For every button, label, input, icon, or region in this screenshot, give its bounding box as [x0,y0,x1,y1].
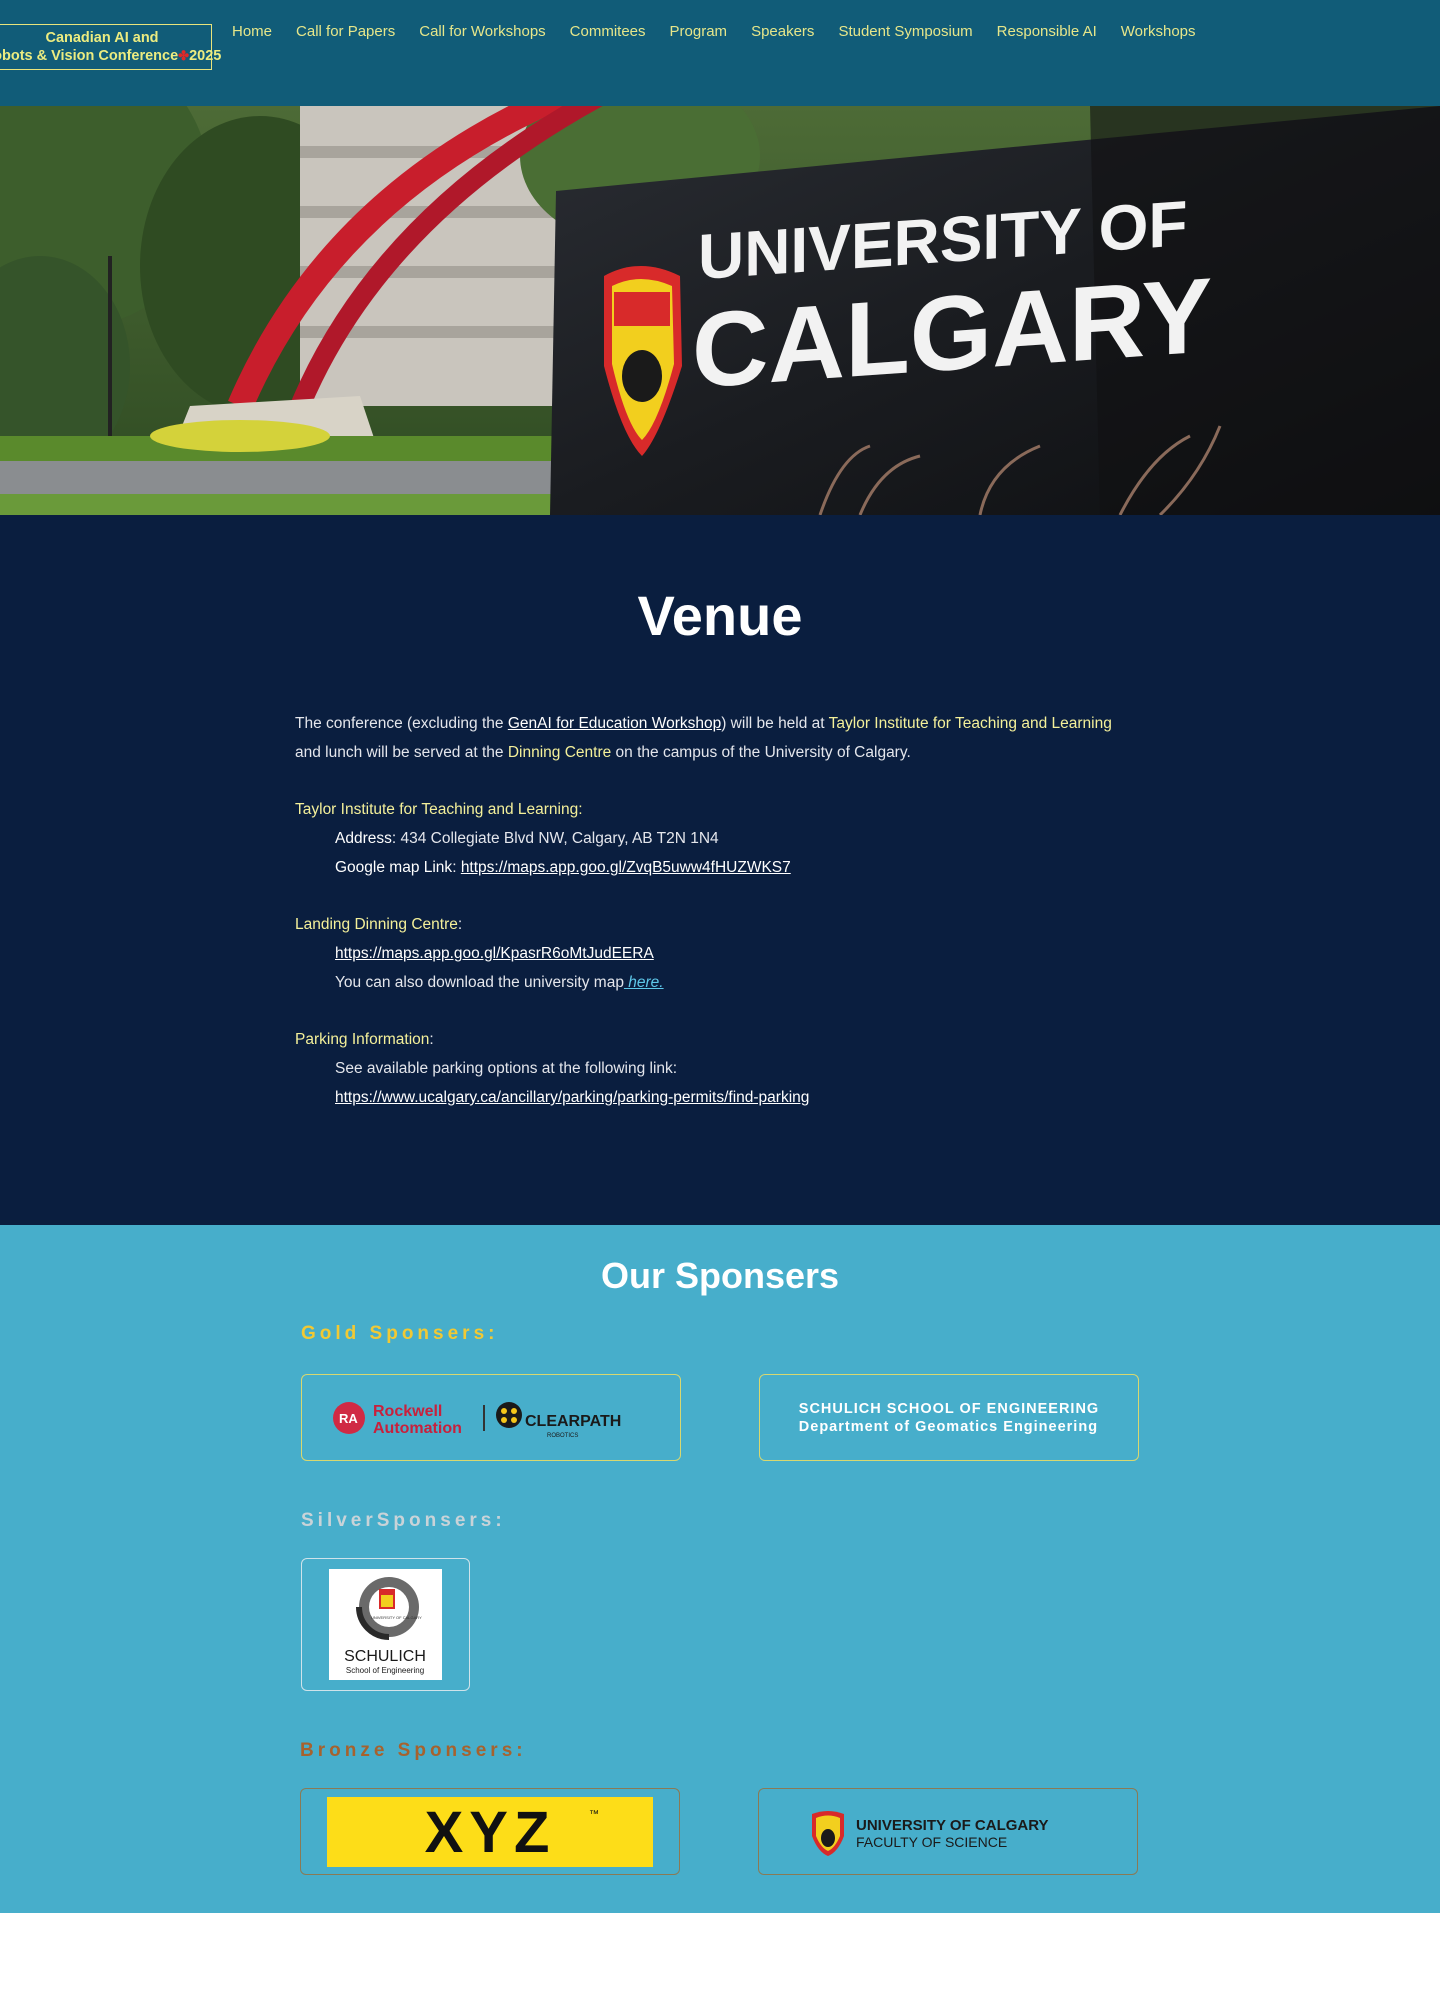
address-value: : 434 Collegiate Blvd NW, Calgary, AB T2… [391,830,719,847]
venue-title: Venue [637,584,803,647]
campus-map-text: You can also download the university map [335,974,624,991]
silver-sponsors-label: SilverSponsers: [301,1510,506,1531]
footer-space [0,1913,1440,2000]
schulich-logo-sub: School of Engineering [346,1666,424,1675]
taylor-heading: Taylor Institute for Teaching and Learni… [295,801,583,818]
rockwell-line1: Rockwell [373,1403,442,1420]
nav-home[interactable]: Home [232,23,272,40]
venue-intro-line2: and lunch will be served at the Dinning … [295,738,1195,767]
intro-text-a: The conference (excluding the [295,715,508,732]
nav-call-for-workshops[interactable]: Call for Workshops [419,23,545,40]
gmap-line: Google map Link: https://maps.app.goo.gl… [295,853,1195,882]
nav-call-for-papers[interactable]: Call for Papers [296,23,395,40]
intro-text-d: on the campus of the University of Calga… [611,744,911,761]
dining-heading: Landing Dinning Centre [295,916,458,933]
schulich-crest-text: UNIVERSITY OF CALGARY [371,1615,422,1620]
university-sign-photo: UNIVERSITY OF CALGARY [0,106,1440,515]
xyz-card[interactable]: XYZ ™ [300,1788,680,1875]
parking-link[interactable]: https://www.ucalgary.ca/ancillary/parkin… [335,1089,809,1106]
xyz-text: XYZ [425,1800,556,1865]
science-line2: FACULTY OF SCIENCE [856,1834,1007,1850]
xyz-tm: ™ [589,1809,599,1820]
venue-section: Venue The conference (excluding the GenA… [0,515,1440,1225]
clearpath-sub: ROBOTICS [547,1433,578,1439]
conference-logo[interactable]: Canadian AI and Robots & Vision Conferen… [0,24,221,70]
rockwell-badge-text: RA [339,1411,358,1426]
campus-map-link[interactable]: here. [624,974,663,991]
venue-intro-line1: The conference (excluding the GenAI for … [295,709,1195,738]
schulich-geomatics-logo: SCHULICH SCHOOL OF ENGINEERING Departmen… [799,1400,1099,1436]
schulich-geomatics-card[interactable]: SCHULICH SCHOOL OF ENGINEERING Departmen… [759,1374,1139,1461]
rockwell-clearpath-card[interactable]: RA Rockwell Automation CLEARPATH ROBOTIC… [301,1374,681,1461]
intro-text-c: and lunch will be served at the [295,744,508,761]
science-line1: UNIVERSITY OF CALGARY [856,1817,1049,1834]
faculty-of-science-logo: UNIVERSITY OF CALGARY FACULTY OF SCIENCE [812,1810,1049,1856]
logo-line-2-text: Robots & Vision Conference [0,47,179,64]
dining-colon: : [457,916,463,933]
address-line: Address: 434 Collegiate Blvd NW, Calgary… [295,824,1195,853]
bronze-sponsors-label: Bronze Sponsers: [300,1740,527,1761]
rockwell-clearpath-logo: RA Rockwell Automation CLEARPATH ROBOTIC… [333,1401,621,1439]
parking-text: See available parking options at the fol… [335,1060,678,1077]
dining-map-link[interactable]: https://maps.app.goo.gl/KpasrR6oMtJudEER… [335,945,654,962]
intro-place: Taylor Institute for Teaching and Learni… [828,715,1112,732]
maple-leaf-icon: ✤ [178,47,190,63]
logo-year: 2025 [189,47,222,64]
nav-student-symposium[interactable]: Student Symposium [838,23,972,40]
gold-sponsors-label: Gold Sponsers: [301,1323,499,1344]
dining-link-line: https://maps.app.goo.gl/KpasrR6oMtJudEER… [295,939,1195,968]
gmap-label: Google map Link [335,859,453,876]
gmap-separator: : [452,859,461,876]
schulich-line1: SCHULICH SCHOOL OF ENGINEERING [798,1400,1100,1417]
faculty-of-science-card[interactable]: UNIVERSITY OF CALGARY FACULTY OF SCIENCE [758,1788,1138,1875]
xyz-logo: XYZ ™ [327,1796,653,1867]
sponsors-title: Our Sponsers [600,1255,840,1296]
schulich-school-card[interactable]: UNIVERSITY OF CALGARY SCHULICH School of… [301,1558,470,1691]
nav-responsible-ai[interactable]: Responsible AI [997,23,1097,40]
genai-workshop-link[interactable]: GenAI for Education Workshop [508,715,721,732]
hero-image: UNIVERSITY OF CALGARY [0,106,1440,515]
logo-line-1: Canadian AI and [45,29,159,46]
rockwell-line2: Automation [373,1420,462,1437]
schulich-logo-name: SCHULICH [344,1648,426,1665]
schulich-line2: Department of Geomatics Engineering [798,1418,1099,1435]
nav-committees[interactable]: Commitees [570,23,646,40]
site-header: Canadian AI and Robots & Vision Conferen… [0,0,1440,106]
parking-heading-line: Parking Information: [295,1025,1195,1054]
campus-map-line: You can also download the university map… [295,968,1195,997]
venue-body: The conference (excluding the GenAI for … [295,709,1195,1112]
nav-workshops[interactable]: Workshops [1121,23,1196,40]
intro-text-b: ) will be held at [721,715,829,732]
nav-program[interactable]: Program [670,23,728,40]
nav-speakers[interactable]: Speakers [751,23,814,40]
schulich-school-logo: UNIVERSITY OF CALGARY SCHULICH School of… [329,1569,442,1680]
intro-dining: Dinning Centre [507,744,612,761]
main-nav: Home Call for Papers Call for Workshops … [232,23,1209,40]
logo-line-2: Robots & Vision Conference✤2025 [0,47,221,65]
parking-link-line: https://www.ucalgary.ca/ancillary/parkin… [295,1083,1195,1112]
address-label: Address [335,830,392,847]
parking-heading: Parking Information [295,1031,430,1048]
clearpath-name: CLEARPATH [525,1413,621,1430]
parking-colon: : [429,1031,434,1048]
dining-heading-line: Landing Dinning Centre: [295,910,1195,939]
sponsors-section: Our Sponsers Gold Sponsers: RA Rockwell … [0,1225,1440,1913]
taylor-map-link[interactable]: https://maps.app.goo.gl/ZvqB5uww4fHUZWKS… [461,859,791,876]
